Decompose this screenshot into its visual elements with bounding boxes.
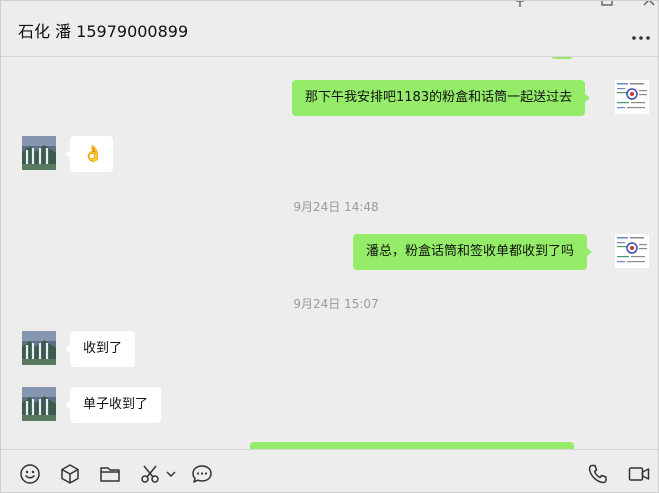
ok-hand-emoji: 👌 (83, 144, 103, 163)
message-bubble-incoming-emoji[interactable]: 👌 (65, 136, 113, 172)
more-options-button[interactable] (632, 34, 650, 42)
maximize-icon[interactable] (599, 1, 615, 11)
chevron-down-icon[interactable] (165, 463, 177, 485)
chat-header: 石化 潘 15979000899 (1, 1, 658, 57)
my-avatar[interactable] (615, 442, 649, 449)
my-avatar[interactable] (615, 80, 649, 114)
box-icon[interactable] (59, 463, 81, 485)
contact-avatar[interactable] (22, 387, 56, 421)
timestamp: 9月24日 14:48 (293, 200, 379, 214)
contact-avatar[interactable] (22, 136, 56, 170)
pin-icon[interactable] (512, 1, 528, 11)
phone-icon[interactable] (587, 463, 609, 485)
my-avatar[interactable] (615, 234, 649, 268)
message-bubble-outgoing[interactable]: 那下午我安排吧1183的粉盒和话筒一起送过去 (292, 80, 591, 116)
message-bubble-outgoing[interactable]: 潘总，粉盒话筒和签收单都收到了吗 (353, 234, 593, 270)
close-icon[interactable] (642, 1, 658, 11)
message-bubble-incoming[interactable]: 收到了 (64, 331, 136, 367)
message-bubble-partial (551, 57, 573, 59)
input-toolbar (1, 449, 658, 492)
timestamp: 9月24日 15:07 (293, 297, 379, 311)
contact-avatar[interactable] (22, 331, 56, 365)
chat-window: 石化 潘 15979000899 那下午我安排吧1183的粉盒和话筒一起送过去 (0, 0, 659, 493)
message-bubble-incoming[interactable]: 单子收到了 (64, 387, 162, 423)
message-bubble-partial (250, 442, 574, 449)
chat-bubble-icon[interactable] (191, 463, 213, 485)
folder-icon[interactable] (99, 463, 121, 485)
message-list[interactable]: 那下午我安排吧1183的粉盒和话筒一起送过去 👌 9月24日 14:48 潘总，… (1, 57, 658, 449)
scissors-icon[interactable] (139, 463, 161, 485)
chat-title: 石化 潘 15979000899 (18, 22, 189, 41)
emoji-icon[interactable] (19, 463, 41, 485)
video-icon[interactable] (628, 463, 650, 485)
